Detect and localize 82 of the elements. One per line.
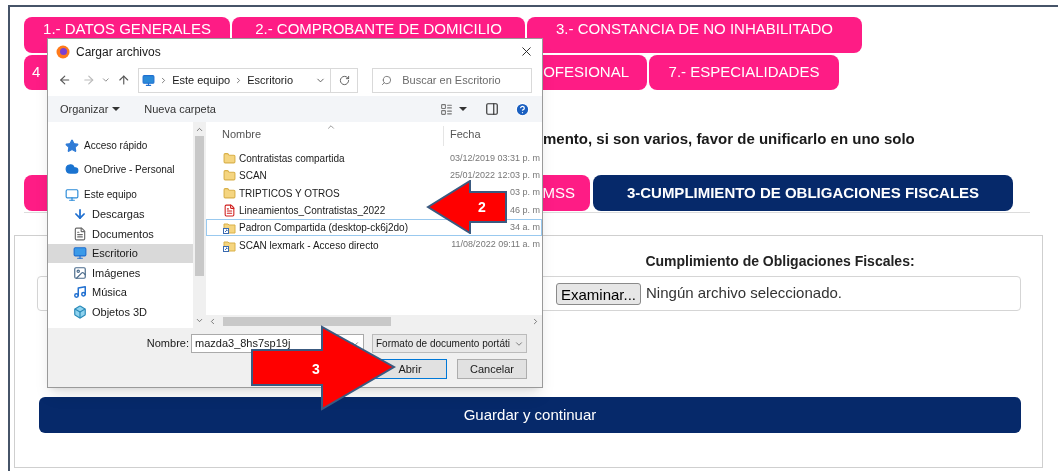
file-date: 11/08/2022 09:11 a. m <box>451 238 541 252</box>
scroll-up-icon[interactable] <box>195 125 204 134</box>
image-icon <box>73 265 87 280</box>
nav-item[interactable]: Documentos <box>48 224 193 244</box>
pdf-file-icon <box>223 204 236 218</box>
address-bar[interactable]: Este equipo Escritorio <box>138 67 359 93</box>
refresh-icon <box>338 74 350 86</box>
organize-menu[interactable]: Organizar <box>60 100 121 118</box>
file-date: 46 p. m <box>510 203 541 217</box>
file-type-dropdown[interactable]: Formato de documento portáti <box>372 334 527 353</box>
scroll-right-icon[interactable] <box>531 317 540 326</box>
step-number: 3 <box>312 362 320 376</box>
browse-button[interactable]: Examinar... <box>556 282 642 305</box>
music-note-icon <box>73 285 87 300</box>
history-dropdown-icon[interactable] <box>101 75 111 85</box>
step-number: 2 <box>478 200 486 214</box>
cloud-icon <box>65 162 79 177</box>
shortcut-folder-icon <box>223 221 236 235</box>
monitor-icon <box>65 187 79 202</box>
close-icon[interactable] <box>519 44 534 59</box>
folder-icon <box>223 152 236 166</box>
scroll-left-icon[interactable] <box>208 317 217 326</box>
sort-caret-icon <box>326 122 336 132</box>
up-folder-icon[interactable] <box>116 73 131 87</box>
nav-item[interactable]: Descargas <box>48 204 193 224</box>
nav-item[interactable]: Acceso rápido <box>48 136 193 156</box>
cancel-button[interactable]: Cancelar <box>457 359 527 379</box>
column-header[interactable]: Nombre <box>206 126 444 146</box>
browser-logo-icon <box>56 44 70 59</box>
document-tab[interactable]: 3-CUMPLIMIENTO DE OBLIGACIONES FISCALES <box>593 175 1013 211</box>
breadcrumb-item[interactable]: Este equipo <box>172 71 231 89</box>
nav-item[interactable]: Escritorio <box>48 243 193 263</box>
file-name[interactable]: Contratistas compartida <box>239 151 345 167</box>
cube-icon <box>73 304 87 319</box>
file-date: 03/12/2019 03:31 p. m <box>449 151 541 165</box>
file-date: 03 p. m <box>510 186 541 200</box>
section-tab[interactable]: 3.- CONSTANCIA DE NO INHABILITADO <box>527 17 862 53</box>
filename-label: Nombre: <box>145 336 190 352</box>
preview-pane-icon[interactable] <box>485 102 499 116</box>
nav-item[interactable]: OneDrive - Personal <box>48 159 193 179</box>
search-icon <box>381 74 393 86</box>
file-name[interactable]: SCAN lexmark - Acceso directo <box>239 237 379 253</box>
nav-item[interactable]: Este equipo <box>48 185 193 205</box>
star-icon <box>65 138 79 153</box>
document-icon <box>73 226 87 241</box>
column-header[interactable]: Fecha <box>444 126 481 146</box>
view-options-icon[interactable] <box>440 102 453 116</box>
scrollbar-thumb[interactable] <box>223 317 391 326</box>
scrollbar-thumb[interactable] <box>195 136 204 276</box>
file-date: 25/01/2022 12:03 p. m <box>449 169 541 183</box>
caret-icon <box>112 107 121 111</box>
desktop-icon <box>73 246 87 261</box>
nav-item[interactable]: Imágenes <box>48 263 193 283</box>
selected-file-row[interactable]: Padron Compartida (desktop-ck6j2do) 34 a. m <box>206 219 542 237</box>
caret-icon[interactable] <box>459 107 467 111</box>
field-label: Cumplimiento de Obligaciones Fiscales: <box>644 252 916 268</box>
file-name[interactable]: Padron Compartida (desktop-ck6j2do) <box>239 220 408 236</box>
file-status-text: Ningún archivo seleccionado. <box>646 283 842 304</box>
download-icon <box>73 207 87 222</box>
nav-item[interactable]: Objetos 3D <box>48 302 193 322</box>
new-folder-button[interactable]: Nueva carpeta <box>144 100 216 118</box>
breadcrumb-item[interactable]: Escritorio <box>247 71 294 89</box>
nav-item[interactable]: Música <box>48 282 193 302</box>
section-tab[interactable]: 7.- ESPECIALIDADES <box>649 55 839 90</box>
file-name[interactable]: SCAN <box>239 168 267 184</box>
folder-icon <box>223 186 236 200</box>
vertical-scrollbar[interactable] <box>193 122 206 328</box>
file-name[interactable]: Lineamientos_Contratistas_2022 <box>239 203 386 219</box>
monitor-icon <box>142 73 156 87</box>
folder-icon <box>223 169 236 183</box>
shortcut-folder-icon <box>223 238 236 252</box>
scroll-down-icon[interactable] <box>195 316 204 325</box>
back-icon[interactable] <box>58 73 72 87</box>
save-button[interactable]: Guardar y continuar <box>39 397 1021 433</box>
search-field[interactable]: Buscar en Escritorio <box>372 67 532 93</box>
file-date: 34 a. m <box>510 221 541 235</box>
horizontal-scrollbar[interactable] <box>206 315 542 328</box>
forward-icon[interactable] <box>81 73 95 87</box>
file-name[interactable]: TRIPTICOS Y OTROS <box>239 185 340 201</box>
help-icon[interactable] <box>515 101 530 117</box>
instruction-text: mento, si son varios, favor de unificarlo en uno solo <box>543 129 916 146</box>
search-placeholder: Buscar en Escritorio <box>402 72 501 88</box>
